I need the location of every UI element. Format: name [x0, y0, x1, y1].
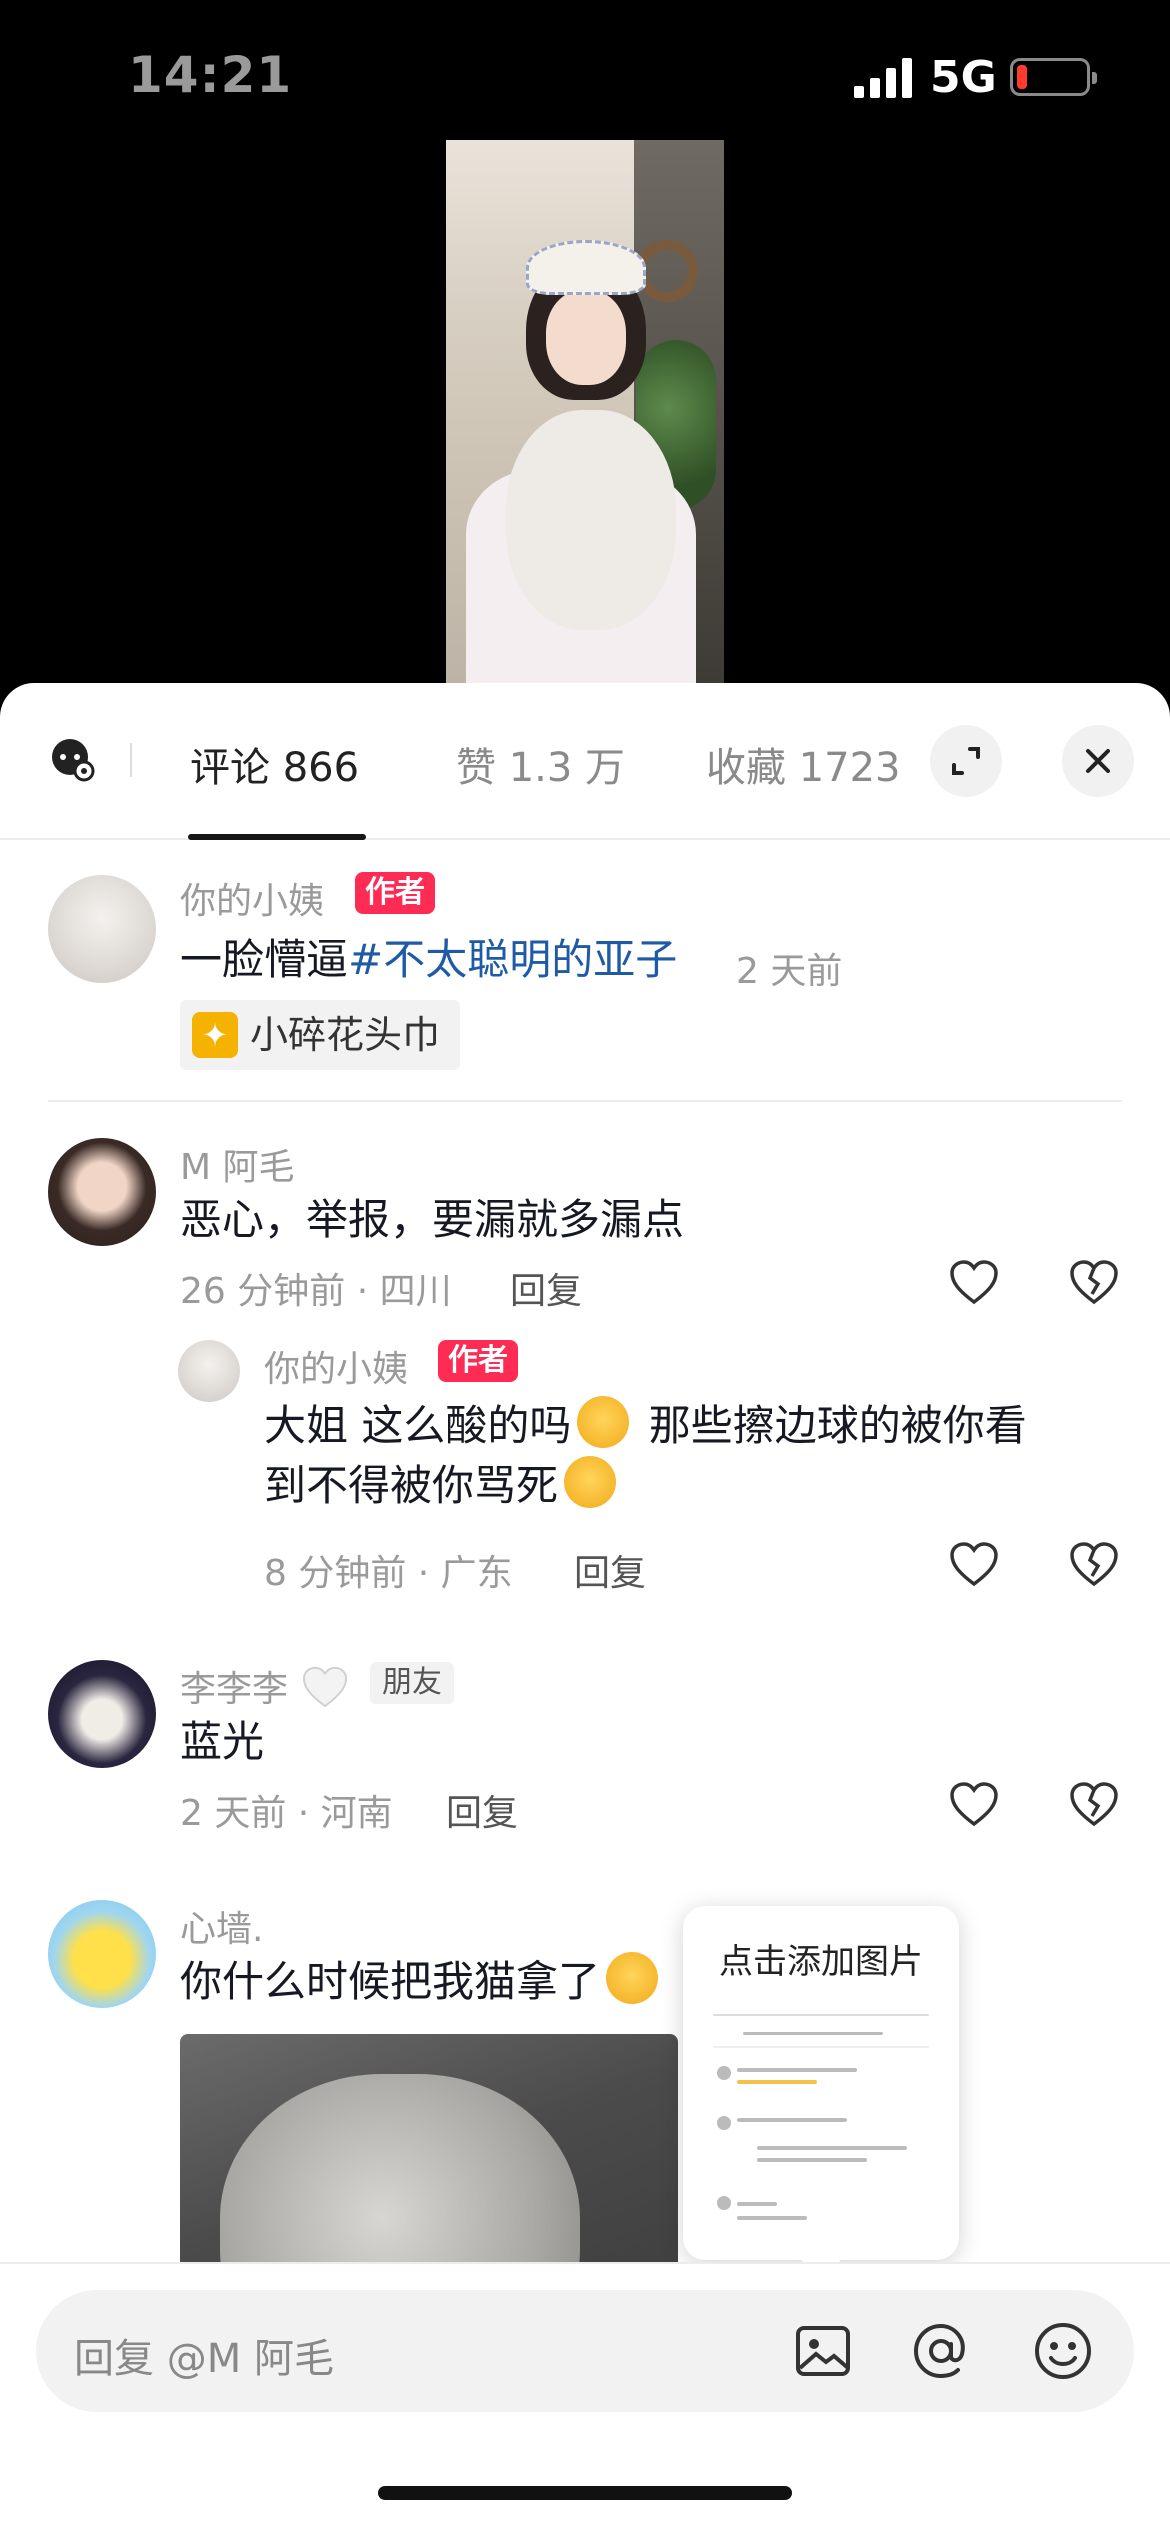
expand-button[interactable]	[930, 725, 1002, 797]
reply-button[interactable]: 回复	[574, 1544, 646, 1596]
emoji-icon[interactable]	[1032, 2320, 1094, 2382]
comment-text-plain: 一脸懵逼	[180, 935, 349, 984]
avatar[interactable]	[48, 1138, 156, 1246]
expand-icon	[952, 747, 980, 775]
comment-text: 一脸懵逼#不太聪明的亚子	[180, 930, 677, 990]
dislike-broken-heart-icon[interactable]	[1068, 1258, 1120, 1306]
author-badge: 作者	[355, 872, 435, 914]
battery-icon	[1010, 58, 1097, 96]
comment-text: 蓝光	[180, 1717, 265, 1766]
close-icon	[1086, 749, 1110, 773]
comment-meta: 2 天前 · 河南	[180, 1793, 393, 1834]
white-heart-icon	[302, 1666, 348, 1708]
comment-text: 恶心，举报，要漏就多漏点	[180, 1195, 685, 1244]
like-heart-icon[interactable]	[948, 1540, 1000, 1588]
comment-time: 2 天前	[736, 951, 843, 992]
sweat-emoji-icon	[577, 1396, 630, 1448]
tooltip-title: 点击添加图片	[719, 1942, 923, 1982]
reply-button[interactable]: 回复	[510, 1262, 582, 1314]
avatar[interactable]	[48, 1900, 156, 2008]
network-type: 5G	[930, 52, 997, 103]
tab-favorites[interactable]: 收藏 1723	[706, 735, 901, 793]
comment-username[interactable]: 你的小姨	[180, 872, 324, 924]
comment-username[interactable]: M 阿毛	[180, 1138, 295, 1190]
signal-icon	[854, 58, 912, 98]
at-mention-icon[interactable]	[910, 2320, 972, 2382]
tab-separator	[130, 743, 132, 777]
comment-username[interactable]: 李李李	[180, 1660, 288, 1712]
add-image-tooltip[interactable]: 点击添加图片	[683, 1906, 959, 2280]
avatar[interactable]	[178, 1340, 240, 1402]
tab-comments[interactable]: 评论 866	[190, 735, 359, 793]
video-preview[interactable]	[446, 140, 724, 685]
friend-badge: 朋友	[370, 1662, 454, 1704]
comment-text: 你什么时候把我猫拿了	[180, 1952, 664, 2012]
screenshot-thumbnail[interactable]	[713, 2006, 929, 2231]
home-indicator	[378, 2486, 792, 2500]
ai-assistant-icon[interactable]	[48, 735, 96, 783]
sparkle-icon: ✦	[192, 1012, 238, 1058]
reply-input[interactable]: 回复 @M 阿毛	[36, 2290, 1134, 2412]
divider	[48, 1100, 1122, 1102]
tab-likes[interactable]: 赞 1.3 万	[456, 735, 625, 793]
dislike-broken-heart-icon[interactable]	[1068, 1540, 1120, 1588]
reply-button[interactable]: 回复	[446, 1784, 518, 1836]
topic-chip-label: 小碎花头巾	[250, 1013, 441, 1057]
topic-chip[interactable]: ✦ 小碎花头巾	[180, 1000, 461, 1070]
close-button[interactable]	[1062, 725, 1134, 797]
reply-text-line2: 到不得被你骂死	[264, 1461, 559, 1510]
reply-text: 大姐 这么酸的吗 那些擦边球的被你看 到不得被你骂死	[264, 1396, 1104, 1516]
comment-text-plain: 你什么时候把我猫拿了	[180, 1957, 601, 2006]
like-heart-icon[interactable]	[948, 1258, 1000, 1306]
roll-eyes-emoji-icon	[606, 1952, 659, 2004]
reply-input-placeholder: 回复 @M 阿毛	[74, 2336, 334, 2382]
image-icon[interactable]	[792, 2320, 854, 2382]
author-badge: 作者	[438, 1340, 518, 1382]
reply-meta: 8 分钟前 · 广东	[264, 1553, 513, 1594]
avatar[interactable]	[48, 875, 156, 983]
like-heart-icon[interactable]	[948, 1780, 1000, 1828]
reply-text-line1a: 大姐 这么酸的吗	[264, 1401, 572, 1450]
comment-meta: 26 分钟前 · 四川	[180, 1271, 452, 1312]
reply-username[interactable]: 你的小姨	[264, 1340, 408, 1392]
grin-sweat-emoji-icon	[564, 1456, 617, 1508]
status-time: 14:21	[128, 46, 293, 104]
comment-sheet: 评论 866 赞 1.3 万 收藏 1723 你的小姨 作者 一脸懵逼#不太聪明…	[0, 683, 1170, 2532]
hashtag-link[interactable]: #不太聪明的亚子	[348, 935, 677, 984]
dislike-broken-heart-icon[interactable]	[1068, 1780, 1120, 1828]
status-bar: 14:21 5G	[0, 0, 1170, 150]
avatar[interactable]	[48, 1660, 156, 1768]
reply-text-line1b: 那些擦边球的被你看	[648, 1401, 1027, 1450]
comment-username[interactable]: 心墙.	[180, 1900, 263, 1952]
tab-bar: 评论 866 赞 1.3 万 收藏 1723	[0, 683, 1170, 840]
